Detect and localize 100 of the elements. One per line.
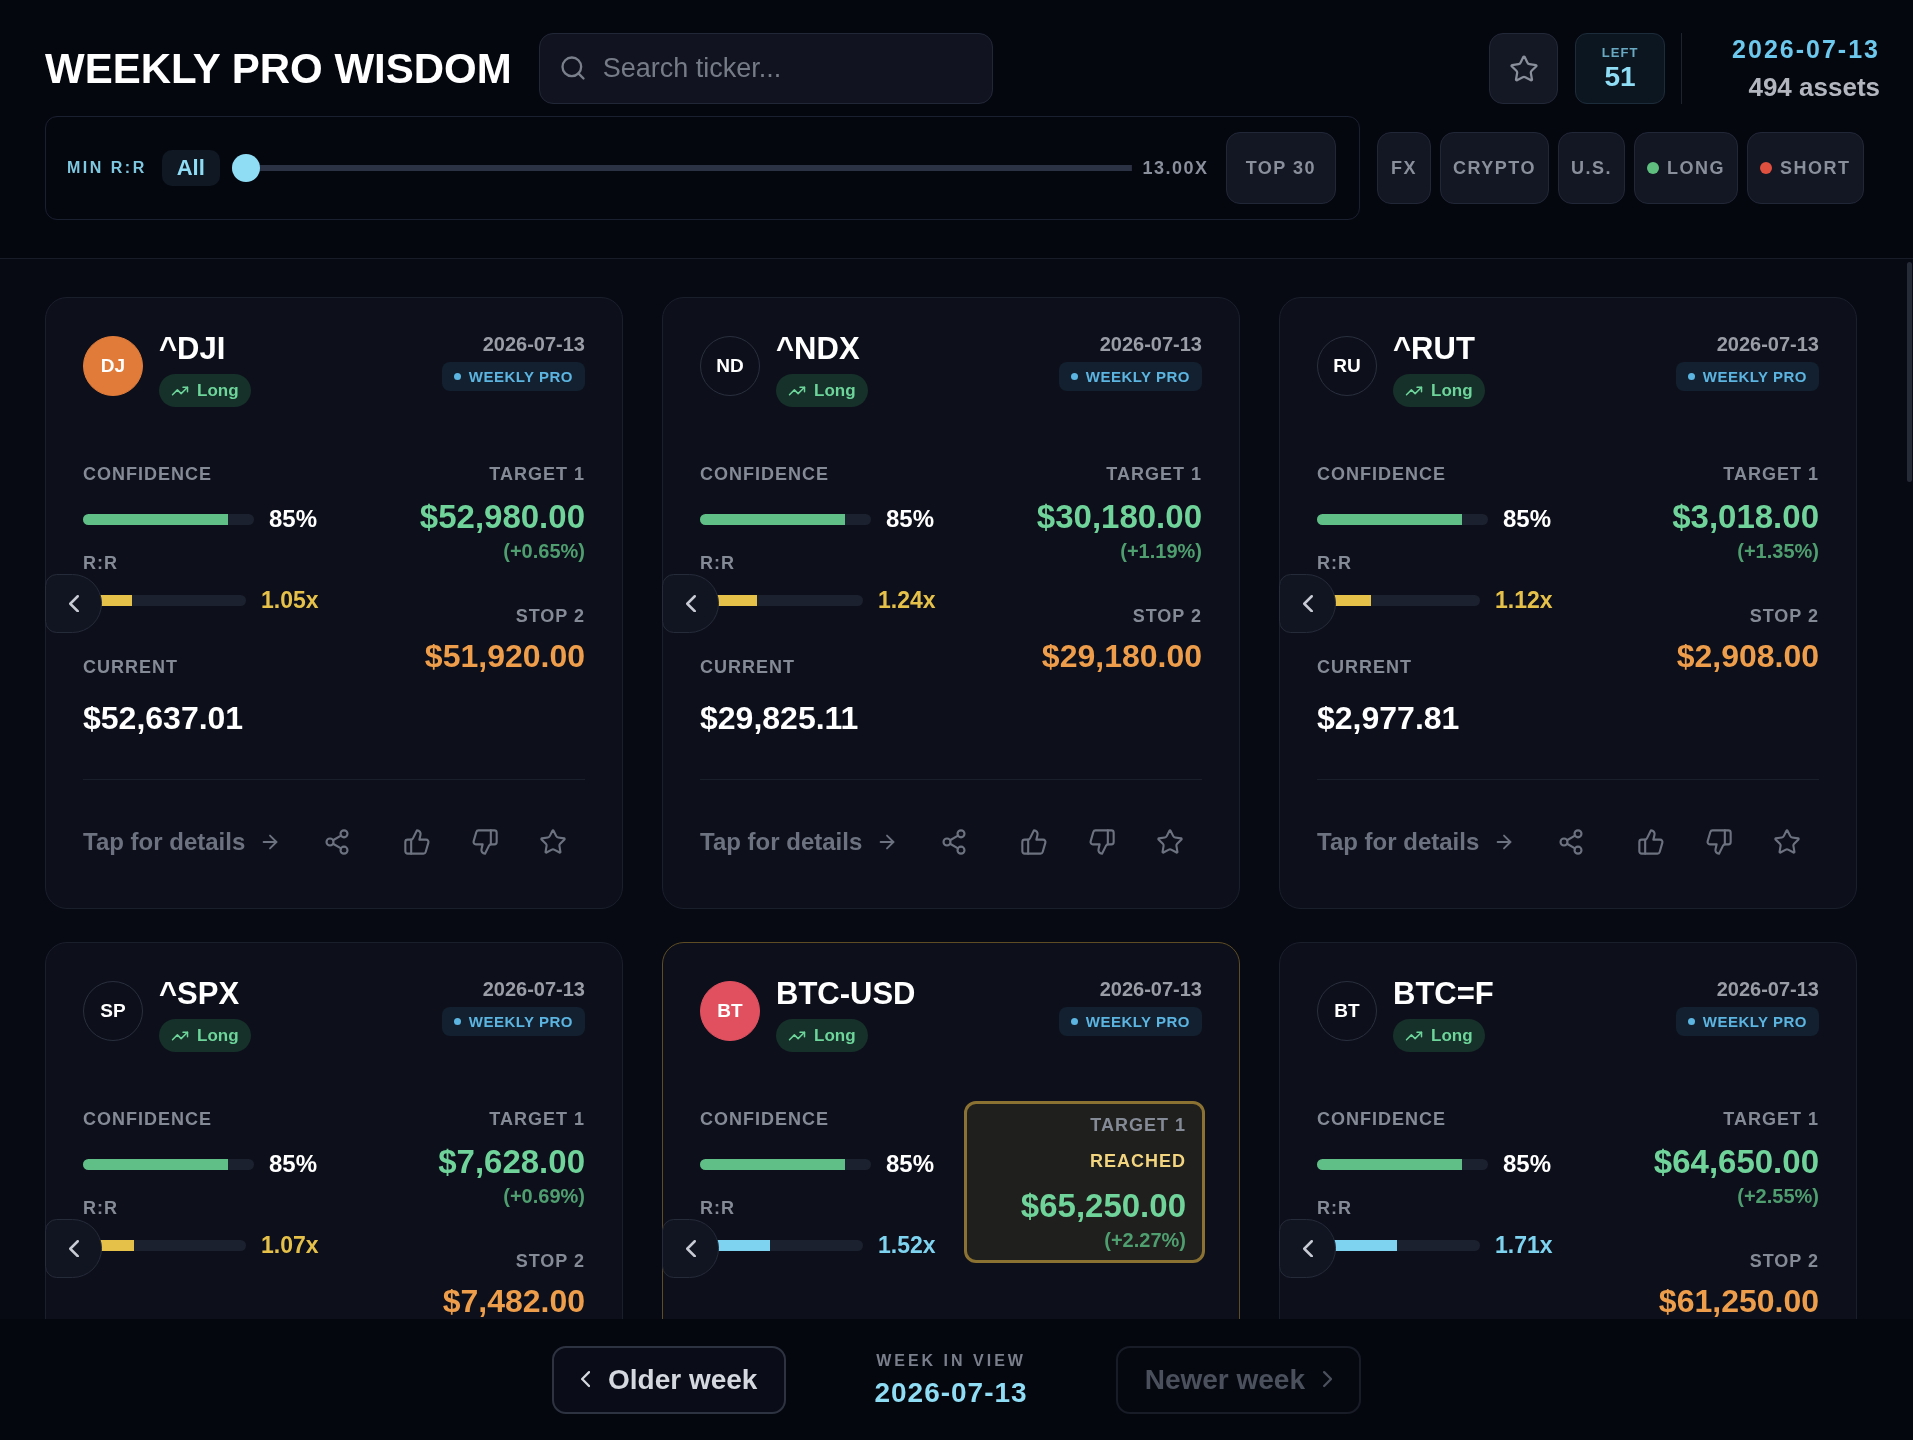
- min-rr-value: All: [161, 150, 220, 186]
- stop-price: $29,180.00: [1041, 639, 1202, 673]
- current-label: CURRENT: [83, 656, 178, 678]
- asset-card[interactable]: RU ^RUT Long 2026-07-13 WEEKLY PRO CONFIDENCE 85% R:R 1.12x CURRENT $2,977.81 TARGET 1 $3,018.00 (+1.35%) STOP 2 $2,908.00 Tap for details: [1279, 297, 1857, 909]
- asset-card[interactable]: DJ ^DJI Long 2026-07-13 WEEKLY PRO CONFIDENCE 85% R:R 1.05x CURRENT $52,637.01 TARGET 1 $52,980.00 (+0.65%) STOP 2 $51,920.00 Tap for details: [45, 297, 623, 909]
- rr-value: 1.07x: [261, 1231, 319, 1259]
- current-price: $2,977.81: [1317, 699, 1460, 737]
- ticker-symbol: ^RUT: [1393, 332, 1475, 366]
- header-date: 2026-07-13: [1732, 34, 1880, 64]
- previous-button[interactable]: [45, 574, 102, 633]
- chip-label: SHORT: [1780, 157, 1851, 179]
- target-change: (+2.27%): [1104, 1228, 1186, 1252]
- chevron-left-icon: [1302, 594, 1313, 613]
- stop-price: $51,920.00: [424, 639, 585, 673]
- button-label: Newer week: [1144, 1363, 1305, 1396]
- star-icon[interactable]: [1156, 827, 1185, 856]
- older-week-button[interactable]: Older week: [551, 1345, 787, 1414]
- week-date: 2026-07-13: [874, 1376, 1028, 1409]
- tag-label: WEEKLY PRO: [468, 368, 573, 385]
- target-change: (+2.55%): [1737, 1184, 1819, 1208]
- button-label: Older week: [608, 1363, 758, 1396]
- app-title: WEEKLY PRO WISDOM: [45, 43, 512, 94]
- slider-thumb[interactable]: [231, 154, 260, 182]
- initials-avatar: BT: [700, 981, 760, 1041]
- details-link[interactable]: Tap for details: [83, 827, 282, 856]
- asset-card[interactable]: SP ^SPX Long 2026-07-13 WEEKLY PRO CONFIDENCE 85% R:R 1.07x TARGET 1 $7,628.00 (+0.69%) STOP 2 $7,482.00: [45, 942, 623, 1319]
- direction-label: Long: [814, 1025, 856, 1046]
- target-price: $3,018.00: [1672, 498, 1819, 536]
- thumbs-down-icon[interactable]: [1705, 827, 1734, 856]
- direction-label: Long: [197, 380, 239, 401]
- details-link[interactable]: Tap for details: [700, 827, 899, 856]
- tag-label: WEEKLY PRO: [1085, 1013, 1190, 1030]
- target-price: $65,250.00: [1020, 1187, 1186, 1225]
- asset-card[interactable]: ND ^NDX Long 2026-07-13 WEEKLY PRO CONFIDENCE 85% R:R 1.24x CURRENT $29,825.11 TARGET 1 $30,180.00 (+1.19%) STOP 2 $29,180.00 Tap for details: [662, 297, 1240, 909]
- search-icon: [558, 54, 587, 82]
- tag-label: WEEKLY PRO: [1702, 368, 1807, 385]
- top-filter-button[interactable]: TOP 30: [1225, 132, 1336, 204]
- current-label: CURRENT: [700, 656, 795, 678]
- confidence-value: 85%: [886, 1150, 935, 1178]
- target-label: TARGET 1: [1106, 463, 1202, 485]
- target-change: (+1.35%): [1737, 539, 1819, 563]
- chevron-left-icon: [68, 1239, 79, 1258]
- chevron-left-icon: [1302, 1239, 1313, 1258]
- previous-button[interactable]: [1279, 574, 1336, 633]
- target-price: $52,980.00: [419, 498, 585, 536]
- thumbs-down-icon[interactable]: [471, 827, 500, 856]
- initials-avatar: ND: [700, 336, 760, 396]
- search-field[interactable]: Search ticker...: [538, 33, 993, 104]
- filter-chip[interactable]: LONG: [1634, 132, 1739, 204]
- stop-label: STOP 2: [1749, 1250, 1819, 1272]
- rr-value: 1.52x: [878, 1231, 936, 1259]
- dot-icon: [1070, 1018, 1078, 1025]
- rr-value: 1.05x: [261, 586, 319, 614]
- previous-button[interactable]: [662, 1219, 719, 1278]
- current-price: $29,825.11: [700, 699, 859, 737]
- thumbs-up-icon[interactable]: [403, 827, 432, 856]
- confidence-value: 85%: [269, 1150, 318, 1178]
- signal-date: 2026-07-13: [1716, 332, 1819, 356]
- scrollbar-thumb[interactable]: [1907, 262, 1912, 482]
- details-link[interactable]: Tap for details: [1317, 827, 1516, 856]
- chevron-left-icon: [685, 1239, 696, 1258]
- min-rr-label: MIN R:R: [67, 159, 147, 177]
- stop-label: STOP 2: [1749, 605, 1819, 627]
- rr-value: 1.24x: [878, 586, 936, 614]
- reached-label: REACHED: [1090, 1150, 1186, 1172]
- rr-label: R:R: [83, 552, 118, 574]
- confidence-value: 85%: [886, 505, 935, 533]
- confidence-label: CONFIDENCE: [700, 1108, 829, 1130]
- target-price: $64,650.00: [1653, 1143, 1819, 1181]
- confidence-label: CONFIDENCE: [1317, 1108, 1446, 1130]
- confidence-label: CONFIDENCE: [83, 1108, 212, 1130]
- asset-count: 494 assets: [1748, 71, 1880, 103]
- previous-button[interactable]: [45, 1219, 102, 1278]
- max-rr-label: 13.00X: [1142, 157, 1209, 179]
- star-icon[interactable]: [539, 827, 568, 856]
- signal-date: 2026-07-13: [1099, 977, 1202, 1001]
- filter-chip[interactable]: U.S.: [1558, 132, 1626, 204]
- star-icon: [1508, 53, 1539, 84]
- ticker-symbol: BTC-USD: [776, 977, 916, 1011]
- asset-card[interactable]: BT BTC=F Long 2026-07-13 WEEKLY PRO CONFIDENCE 85% R:R 1.71x TARGET 1 $64,650.00 (+2.55%) STOP 2 $61,250.00: [1279, 942, 1857, 1319]
- chevron-left-icon: [68, 594, 79, 613]
- signal-date: 2026-07-13: [1716, 977, 1819, 1001]
- rr-label: R:R: [700, 1197, 735, 1219]
- previous-button[interactable]: [662, 574, 719, 633]
- filter-chip[interactable]: CRYPTO: [1440, 132, 1550, 204]
- direction-label: Long: [197, 1025, 239, 1046]
- ticker-symbol: ^NDX: [776, 332, 860, 366]
- star-icon[interactable]: [1773, 827, 1802, 856]
- target-change: (+0.65%): [503, 539, 585, 563]
- ticker-symbol: ^DJI: [159, 332, 226, 366]
- previous-button[interactable]: [1279, 1219, 1336, 1278]
- filter-chip[interactable]: SHORT: [1747, 132, 1864, 204]
- thumbs-down-icon[interactable]: [1088, 827, 1117, 856]
- favorites-button[interactable]: [1489, 33, 1559, 104]
- asset-card[interactable]: BT BTC-USD Long 2026-07-13 WEEKLY PRO CONFIDENCE 85% R:R 1.52x TARGET 1 REACHED $65,250.00 (+2.27%): [662, 942, 1240, 1319]
- ticker-symbol: BTC=F: [1393, 977, 1494, 1011]
- thumbs-up-icon[interactable]: [1637, 827, 1666, 856]
- thumbs-up-icon[interactable]: [1020, 827, 1049, 856]
- tag-label: WEEKLY PRO: [1085, 368, 1190, 385]
- filter-chip[interactable]: FX: [1377, 132, 1431, 204]
